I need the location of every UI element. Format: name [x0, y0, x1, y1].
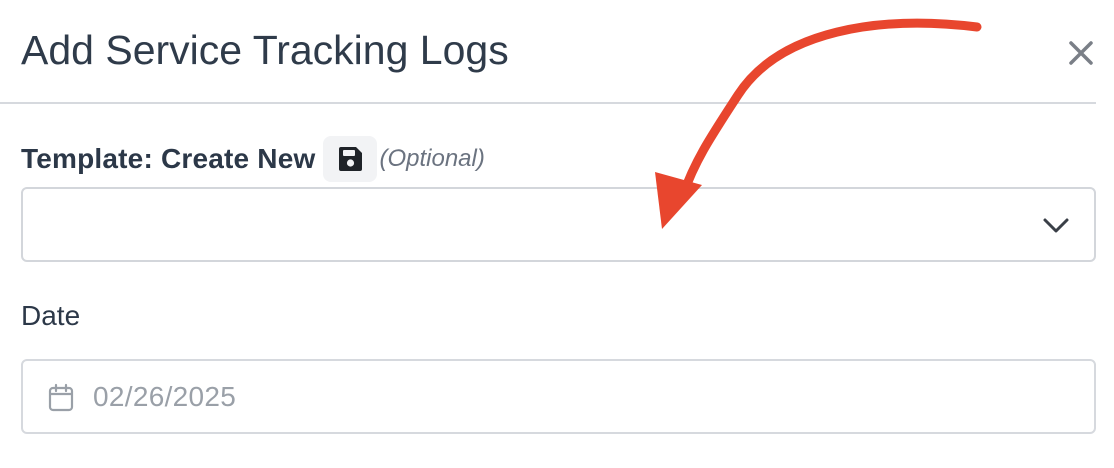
dialog-header: Add Service Tracking Logs	[0, 0, 1096, 104]
floppy-disk-icon	[339, 147, 363, 171]
save-template-button[interactable]	[323, 136, 378, 182]
close-icon	[1069, 41, 1093, 65]
optional-hint: (Optional)	[379, 145, 485, 172]
template-select[interactable]	[21, 187, 1096, 262]
close-button[interactable]	[1062, 34, 1100, 72]
calendar-icon	[48, 383, 74, 412]
date-input[interactable]: 02/26/2025	[21, 359, 1096, 434]
dialog-title: Add Service Tracking Logs	[21, 27, 509, 73]
template-label: Template: Create New	[21, 143, 316, 174]
add-service-tracking-logs-dialog: Add Service Tracking Logs Template: Crea…	[0, 0, 1114, 468]
date-value: 02/26/2025	[93, 381, 237, 412]
chevron-down-icon	[1043, 218, 1069, 233]
date-label: Date	[21, 300, 81, 331]
template-label-row: Template: Create New (Optional)	[21, 136, 485, 182]
